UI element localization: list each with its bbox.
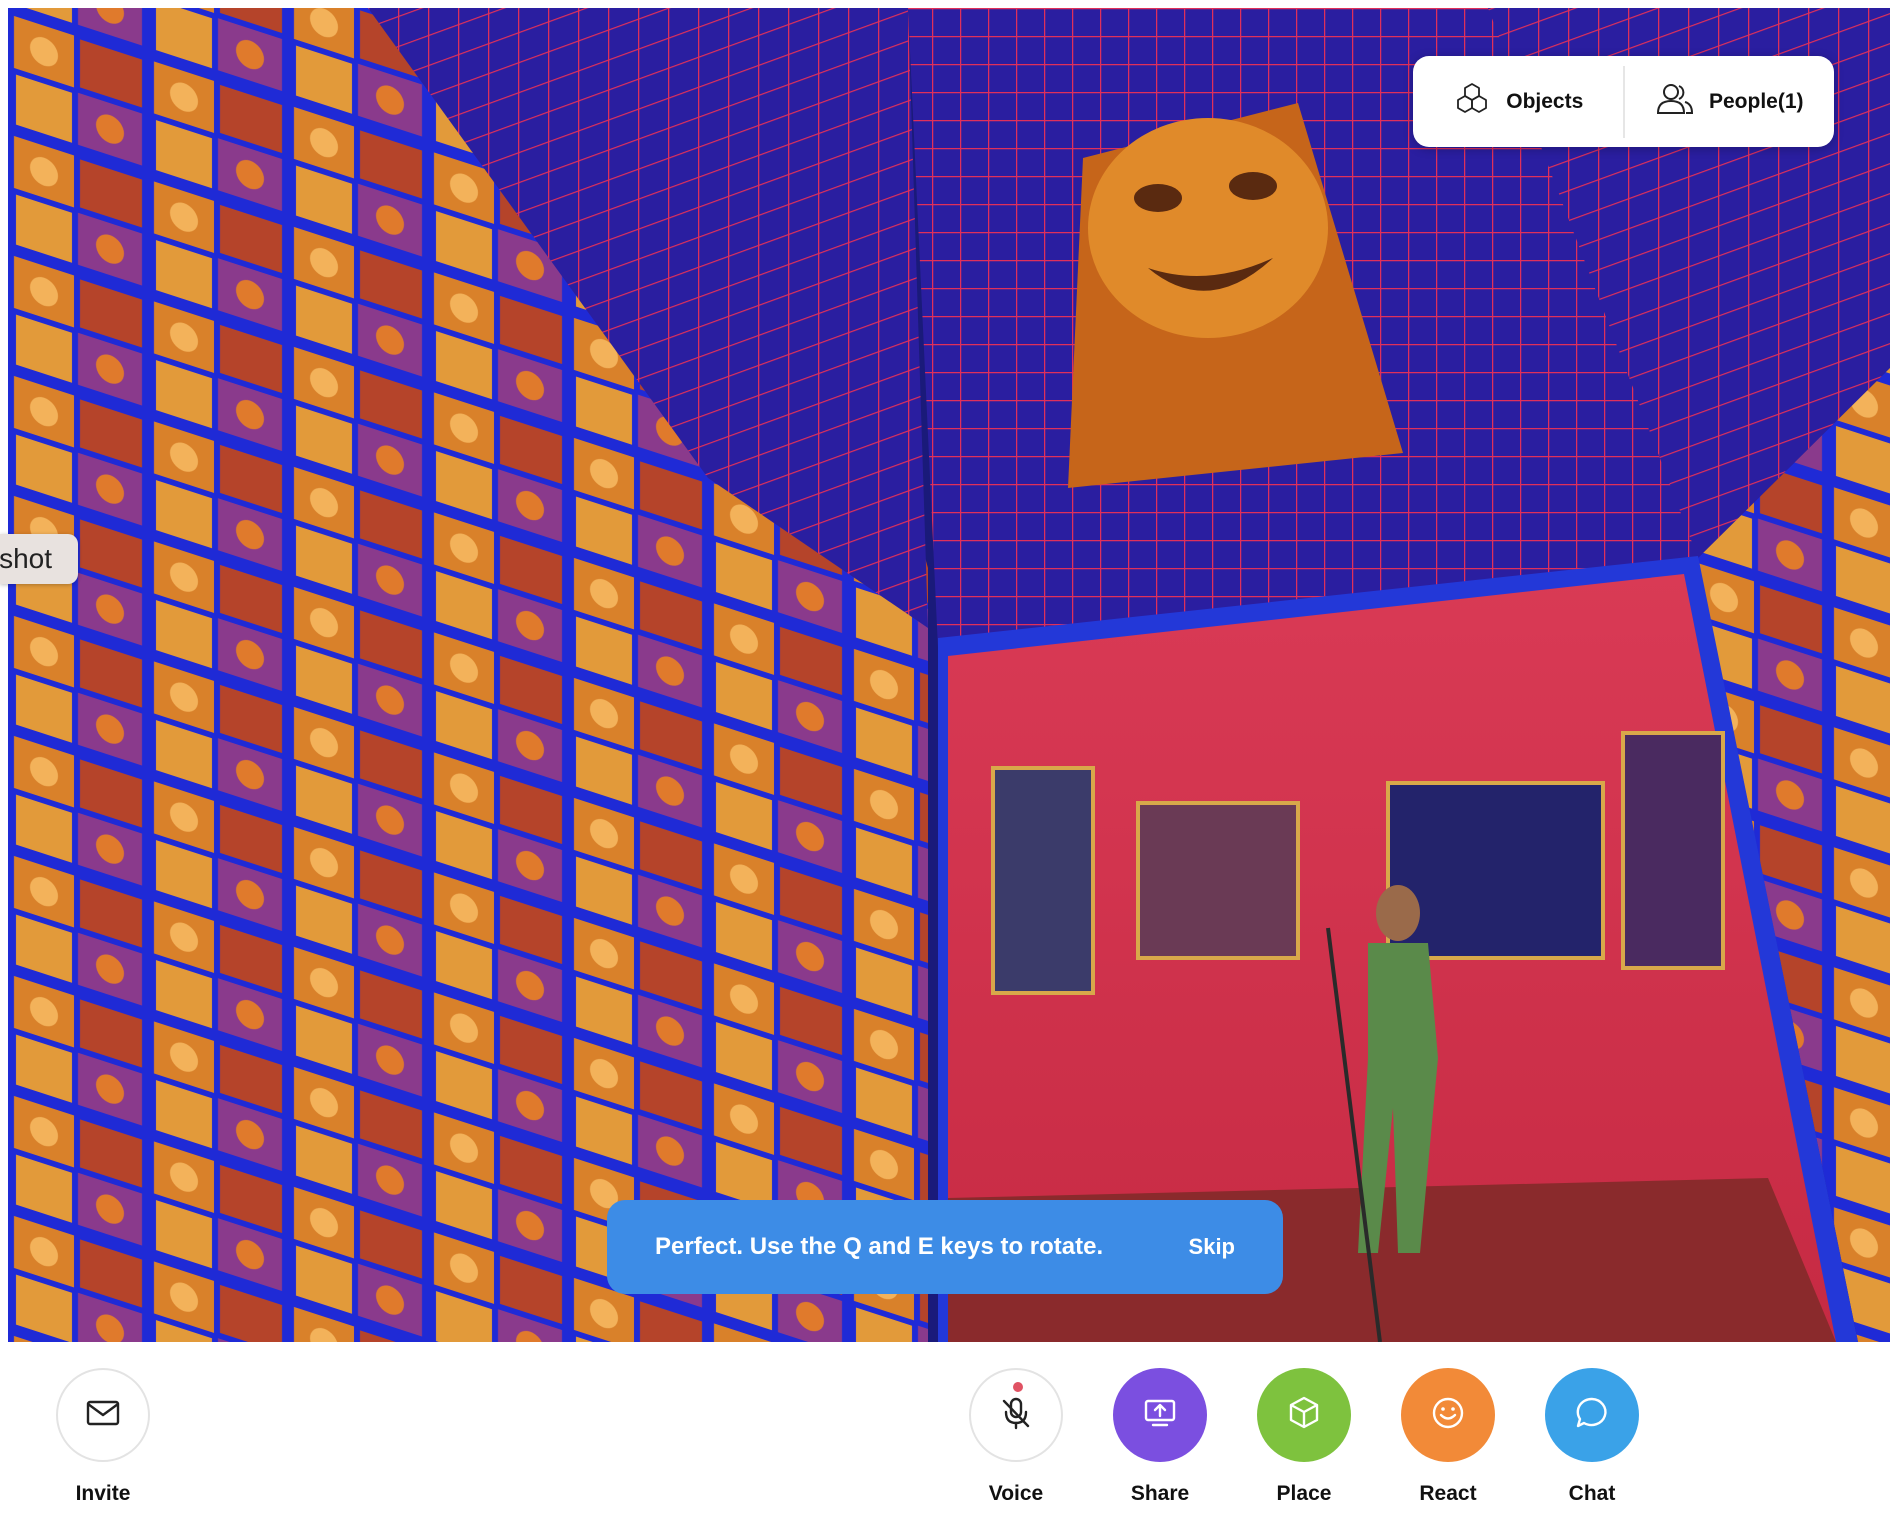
- voice-circle[interactable]: [969, 1368, 1063, 1462]
- cube-icon: [1284, 1393, 1324, 1438]
- people-label: People(1): [1708, 89, 1804, 113]
- invite-circle[interactable]: [56, 1368, 150, 1462]
- voice-button[interactable]: Voice: [961, 1368, 1071, 1506]
- chat-button[interactable]: Chat: [1537, 1368, 1647, 1506]
- skip-button[interactable]: Skip: [1189, 1234, 1235, 1260]
- tip-text: Perfect. Use the Q and E keys to rotate.: [655, 1233, 1104, 1260]
- bottom-toolbar: Invite Voice Share Place React Chat: [8, 1342, 1890, 1524]
- share-button[interactable]: Share: [1105, 1368, 1215, 1506]
- screenshot-side-tab[interactable]: shot: [0, 534, 78, 584]
- share-label: Share: [1130, 1482, 1190, 1505]
- share-circle[interactable]: [1113, 1368, 1207, 1462]
- react-label: React: [1419, 1482, 1477, 1505]
- invite-button[interactable]: Invite: [48, 1368, 158, 1506]
- objects-label: Objects: [1506, 89, 1584, 113]
- place-label: Place: [1276, 1482, 1332, 1505]
- smiley-icon: [1428, 1393, 1468, 1438]
- place-button[interactable]: Place: [1249, 1368, 1359, 1506]
- chat-bubble-icon: [1572, 1393, 1612, 1438]
- react-circle[interactable]: [1401, 1368, 1495, 1462]
- tutorial-tip-banner: Perfect. Use the Q and E keys to rotate.…: [607, 1200, 1283, 1294]
- voice-status-dot: [1013, 1382, 1023, 1392]
- react-button[interactable]: React: [1393, 1368, 1503, 1506]
- people-icon: [1655, 81, 1695, 123]
- voice-label: Voice: [988, 1482, 1044, 1505]
- microphone-muted-icon: [996, 1393, 1036, 1438]
- room-rendering: [8, 8, 1890, 1342]
- place-circle[interactable]: [1257, 1368, 1351, 1462]
- invite-label: Invite: [75, 1482, 131, 1505]
- objects-button[interactable]: Objects: [1413, 56, 1623, 147]
- chat-label: Chat: [1568, 1482, 1616, 1505]
- envelope-icon: [83, 1393, 123, 1438]
- top-right-panel: Objects People(1): [1413, 56, 1834, 147]
- screen-share-icon: [1140, 1393, 1180, 1438]
- side-tab-label: shot: [0, 543, 52, 574]
- people-button[interactable]: People(1): [1625, 56, 1835, 147]
- cubes-icon: [1452, 81, 1492, 123]
- chat-circle[interactable]: [1545, 1368, 1639, 1462]
- scene-viewport[interactable]: [8, 8, 1890, 1342]
